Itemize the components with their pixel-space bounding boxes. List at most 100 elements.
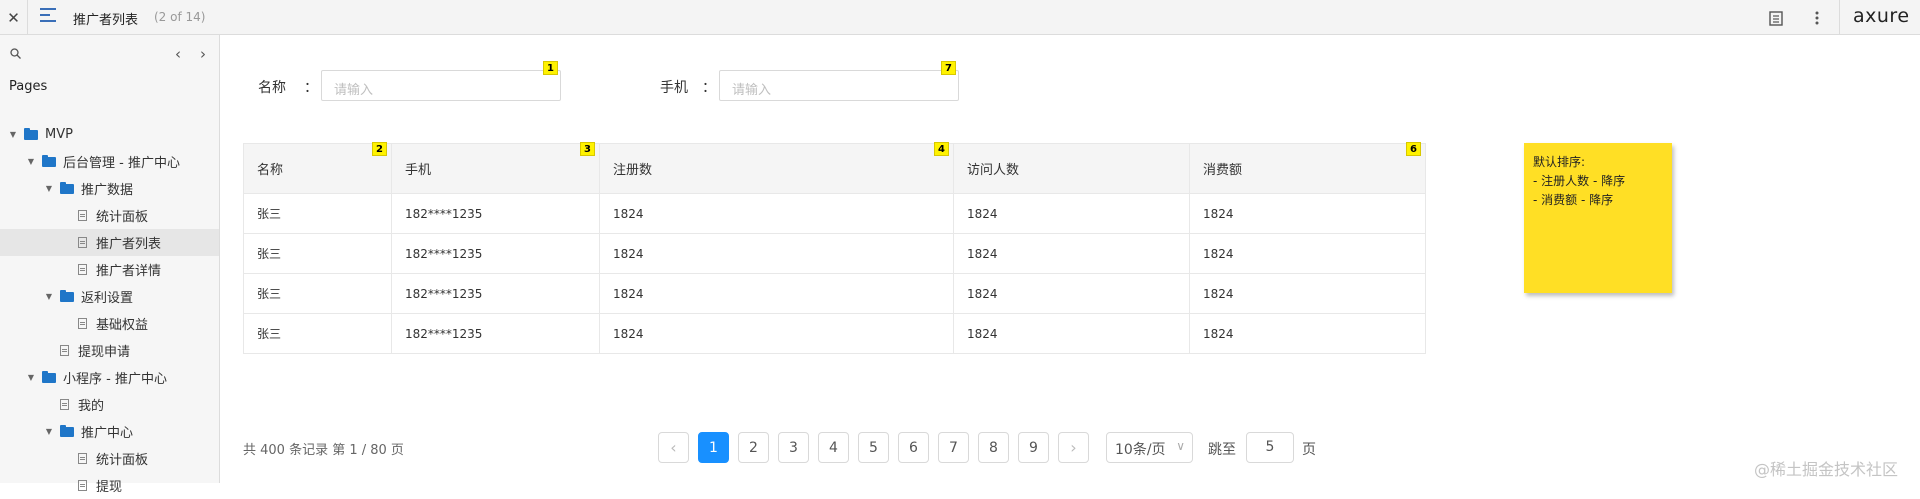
cell-spending: 1824 [1189, 193, 1426, 234]
more-options-icon[interactable] [1807, 8, 1827, 28]
tree-folder-item[interactable]: ▼ 小程序 - 推广中心 [0, 364, 219, 391]
cell-registrations: 1824 [599, 273, 954, 314]
phone-label: 手机 [660, 80, 688, 96]
cell-spending: 1824 [1189, 313, 1426, 354]
chevron-right-icon[interactable]: › [200, 45, 206, 63]
folder-icon [60, 289, 74, 302]
caret-down-icon[interactable]: ▼ [26, 373, 36, 382]
caret-down-icon[interactable]: ▼ [44, 184, 54, 193]
close-icon[interactable]: ✕ [0, 0, 28, 35]
cell-visitors: 1824 [953, 273, 1190, 314]
jump-page-input[interactable]: 5 [1246, 432, 1294, 463]
annotation-badge-6: 6 [1406, 142, 1421, 156]
pages-header: Pages [9, 79, 48, 94]
caret-down-icon[interactable]: ▼ [44, 292, 54, 301]
tree-page-item[interactable]: 统计面板 [0, 202, 219, 229]
col-header-name[interactable]: 名称 [243, 143, 392, 194]
page-button-4[interactable]: 4 [818, 432, 849, 463]
cell-registrations: 1824 [599, 313, 954, 354]
page-button-8[interactable]: 8 [978, 432, 1009, 463]
page-button-9[interactable]: 9 [1018, 432, 1049, 463]
page-icon [60, 399, 69, 410]
tree-folder-item[interactable]: ▼ 推广中心 [0, 418, 219, 445]
page-icon [78, 264, 87, 275]
tree-page-item[interactable]: 推广者列表 [0, 229, 219, 256]
page-title: 推广者列表 [73, 13, 139, 28]
cell-visitors: 1824 [953, 313, 1190, 354]
divider [1839, 0, 1840, 35]
table-row: 张三 182****1235 1824 1824 1824 [243, 233, 1426, 274]
phone-input[interactable]: 请输入 [719, 70, 959, 101]
tree-item-label: 我的 [78, 399, 105, 414]
folder-icon [42, 370, 56, 383]
col-header-registrations[interactable]: 注册数 [599, 143, 954, 194]
tree-item-label: 推广数据 [81, 183, 134, 198]
caret-down-icon[interactable]: ▼ [26, 157, 36, 166]
page-button-2[interactable]: 2 [738, 432, 769, 463]
note-line: - 注册人数 - 降序 [1533, 174, 1626, 188]
table-row: 张三 182****1235 1824 1824 1824 [243, 313, 1426, 354]
page-icon [78, 480, 87, 491]
tree-page-item[interactable]: 提现申请 [0, 337, 219, 364]
sort-sticky-note: 默认排序: - 注册人数 - 降序 - 消费额 - 降序 [1524, 143, 1672, 293]
next-page-button[interactable]: › [1058, 432, 1089, 463]
table-row: 张三 182****1235 1824 1824 1824 [243, 193, 1426, 234]
name-label: 名称 [258, 80, 286, 96]
tree-page-item[interactable]: 推广者详情 [0, 256, 219, 283]
cell-visitors: 1824 [953, 233, 1190, 274]
tree-folder-item[interactable]: ▼ 推广数据 [0, 175, 219, 202]
folder-icon [24, 127, 38, 140]
jump-suffix: 页 [1302, 442, 1316, 458]
tree-item-label: 后台管理 - 推广中心 [63, 156, 180, 171]
folder-icon [60, 424, 74, 437]
tree-folder-item[interactable]: ▼ 后台管理 - 推广中心 [0, 148, 219, 175]
name-input[interactable]: 请输入 [321, 70, 561, 101]
tree-item-label: 推广者列表 [96, 237, 162, 252]
tree-page-item[interactable]: 基础权益 [0, 310, 219, 337]
tree-folder-item[interactable]: ▼ 返利设置 [0, 283, 219, 310]
col-header-visitors[interactable]: 访问人数 [953, 143, 1190, 194]
pages-sidebar: ‹ › Pages ▼ MVP ▼ 后台管理 - 推广中心 ▼ 推广数据 统计面板 推广者列表… [0, 35, 220, 495]
tree-folder-item[interactable]: ▼ MVP [0, 121, 219, 148]
annotation-badge-7: 7 [941, 61, 956, 75]
page-button-7[interactable]: 7 [938, 432, 969, 463]
menu-icon[interactable] [40, 8, 58, 26]
promoter-table: 名称 手机 注册数 访问人数 消费额 张三 182****1235 1824 1… [243, 143, 1426, 354]
watermark: @稀土掘金技术社区 [1754, 460, 1899, 479]
page-size-value: 10条/页 [1115, 442, 1166, 458]
tree-item-label: 小程序 - 推广中心 [63, 372, 167, 387]
notes-icon[interactable] [1766, 8, 1786, 28]
cell-registrations: 1824 [599, 233, 954, 274]
tree-page-item[interactable]: 我的 [0, 391, 219, 418]
annotation-badge-4: 4 [934, 142, 949, 156]
prev-page-button[interactable]: ‹ [658, 432, 689, 463]
tree-page-item[interactable]: 统计面板 [0, 445, 219, 472]
chevron-left-icon[interactable]: ‹ [175, 45, 181, 63]
tree-item-label: 推广者详情 [96, 264, 162, 279]
page-size-select[interactable]: 10条/页 ∨ [1106, 432, 1193, 463]
caret-down-icon[interactable]: ▼ [8, 130, 18, 139]
page-button-1[interactable]: 1 [698, 432, 729, 463]
note-line: - 消费额 - 降序 [1533, 193, 1614, 207]
cell-spending: 1824 [1189, 273, 1426, 314]
cell-phone: 182****1235 [391, 233, 600, 274]
col-header-phone[interactable]: 手机 [391, 143, 600, 194]
tree-item-label: MVP [45, 127, 73, 142]
folder-icon [42, 154, 56, 167]
search-icon[interactable] [10, 48, 21, 62]
phone-colon: ： [702, 80, 716, 96]
caret-down-icon[interactable]: ▼ [44, 427, 54, 436]
tree-page-item[interactable]: 提现 [0, 472, 219, 499]
col-header-spending[interactable]: 消费额 [1189, 143, 1426, 194]
page-button-5[interactable]: 5 [858, 432, 889, 463]
cell-spending: 1824 [1189, 233, 1426, 274]
tree-item-label: 统计面板 [96, 453, 149, 468]
page-button-6[interactable]: 6 [898, 432, 929, 463]
annotation-badge-2: 2 [372, 142, 387, 156]
tree-item-label: 推广中心 [81, 426, 134, 441]
page-icon [78, 453, 87, 464]
table-row: 张三 182****1235 1824 1824 1824 [243, 273, 1426, 314]
page-icon [78, 210, 87, 221]
page-button-3[interactable]: 3 [778, 432, 809, 463]
cell-visitors: 1824 [953, 193, 1190, 234]
